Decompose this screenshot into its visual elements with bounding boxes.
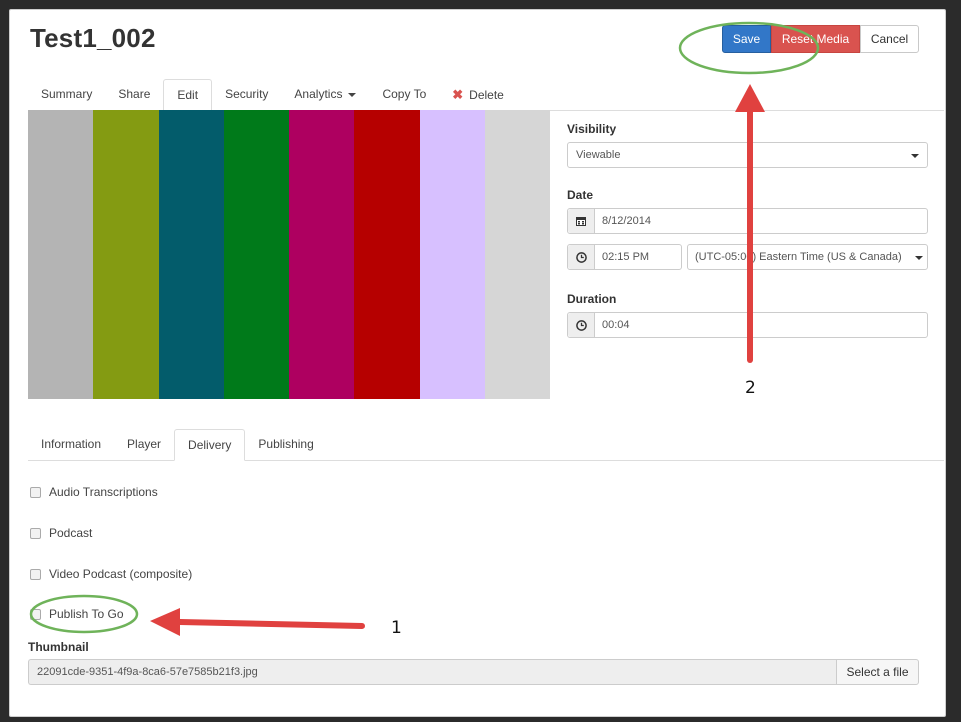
save-button[interactable]: Save (722, 25, 771, 53)
tab-edit[interactable]: Edit (163, 79, 213, 111)
annotation-number: 2 (745, 378, 756, 398)
tab-delivery[interactable]: Delivery (174, 429, 246, 461)
tab-player[interactable]: Player (114, 429, 174, 460)
color-bar (93, 110, 159, 399)
time-value: 02:15 PM (602, 251, 650, 263)
tab-delete-label: Delete (469, 88, 504, 102)
calendar-icon[interactable] (568, 209, 595, 233)
checkbox-label: Video Podcast (composite) (49, 567, 193, 581)
color-bar (354, 110, 420, 399)
reset-media-button[interactable]: Reset Media (771, 25, 860, 53)
chevron-down-icon (348, 92, 357, 97)
color-bar (289, 110, 355, 399)
checkbox[interactable] (30, 527, 41, 539)
time-input[interactable]: 02:15 PM (567, 244, 682, 270)
timezone-select[interactable]: (UTC-05:00) Eastern Time (US & Canada) (687, 244, 928, 270)
tab-security[interactable]: Security (212, 79, 281, 110)
thumbnail-filename-field: 22091cde-9351-4f9a-8ca6-57e7585b21f3.jpg (28, 659, 836, 685)
date-value: 8/12/2014 (602, 215, 651, 227)
select-file-button[interactable]: Select a file (836, 659, 919, 685)
visibility-value: Viewable (576, 149, 621, 161)
color-bar (28, 110, 94, 399)
tab-analytics[interactable]: Analytics (281, 79, 369, 110)
chevron-down-icon (915, 256, 923, 260)
page-title: Test1_002 (30, 23, 156, 53)
checkbox-label: Publish To Go (49, 607, 124, 621)
checkbox[interactable] (30, 608, 41, 620)
timezone-value: (UTC-05:00) Eastern Time (US & Canada) (695, 251, 902, 263)
podcast-option[interactable]: Podcast (30, 525, 92, 541)
checkbox[interactable] (30, 568, 41, 580)
checkbox[interactable] (30, 486, 41, 498)
visibility-select[interactable]: Viewable (567, 142, 928, 168)
date-label: Date (567, 188, 594, 202)
clock-icon[interactable] (568, 313, 595, 337)
color-bar (419, 110, 485, 399)
video-podcast-option[interactable]: Video Podcast (composite) (30, 566, 192, 582)
annotation-number: 1 (391, 618, 402, 638)
video-preview-color-bars (28, 110, 550, 399)
date-input[interactable]: 8/12/2014 (567, 208, 928, 234)
cancel-button[interactable]: Cancel (860, 25, 919, 53)
checkbox-label: Audio Transcriptions (49, 485, 158, 499)
chevron-down-icon (911, 154, 919, 158)
color-bar (484, 110, 550, 399)
checkbox-label: Podcast (49, 526, 93, 540)
color-bar (158, 110, 224, 399)
main-tabs: Summary Share Edit Security Analytics Co… (28, 78, 944, 111)
detail-tabs: Information Player Delivery Publishing (28, 428, 944, 461)
thumbnail-label: Thumbnail (28, 640, 89, 654)
tab-information[interactable]: Information (28, 429, 114, 460)
color-bar (223, 110, 289, 399)
duration-label: Duration (567, 292, 617, 306)
visibility-label: Visibility (567, 122, 617, 136)
duration-value: 00:04 (602, 319, 630, 331)
tab-publishing[interactable]: Publishing (245, 429, 326, 460)
audio-transcriptions-option[interactable]: Audio Transcriptions (30, 484, 158, 500)
tab-copy-to[interactable]: Copy To (369, 79, 439, 110)
tab-summary[interactable]: Summary (28, 79, 105, 110)
clock-icon[interactable] (568, 245, 595, 269)
duration-input[interactable]: 00:04 (567, 312, 928, 338)
tab-share[interactable]: Share (105, 79, 163, 110)
publish-to-go-option[interactable]: Publish To Go (30, 606, 124, 622)
tab-analytics-label: Analytics (294, 87, 343, 101)
delete-x-icon: ✖ (452, 87, 464, 102)
tab-delete[interactable]: ✖ Delete (439, 79, 517, 110)
